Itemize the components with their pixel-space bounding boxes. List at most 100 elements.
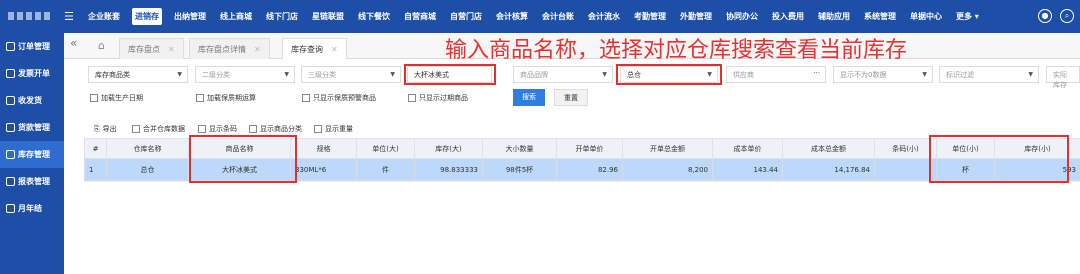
- close-icon[interactable]: ✕: [254, 45, 261, 54]
- checkbox-label: 合并仓库数据: [143, 125, 185, 133]
- checkbox-label: 加载保质期运算: [207, 94, 256, 102]
- category-select[interactable]: 库存商品类 ▼: [88, 66, 188, 83]
- checkbox-label: 只显示过期商品: [419, 94, 468, 102]
- column-header[interactable]: 规格: [290, 138, 357, 159]
- column-header[interactable]: 大小数量: [482, 138, 557, 159]
- checkbox[interactable]: [90, 94, 98, 102]
- nav-item[interactable]: 系统管理: [862, 7, 898, 26]
- actual-stock-select[interactable]: 实际库存: [1046, 66, 1080, 89]
- checkbox[interactable]: [132, 125, 140, 133]
- opt-merge-warehouse[interactable]: 合并仓库数据: [132, 124, 185, 134]
- nav-item[interactable]: 线下门店: [264, 7, 300, 26]
- select-value: 二级分类: [202, 71, 230, 79]
- nav-item[interactable]: 投入费用: [770, 7, 806, 26]
- column-header[interactable]: 条码(小): [874, 138, 937, 159]
- checkbox[interactable]: [249, 125, 257, 133]
- nav-item[interactable]: 外勤管理: [678, 7, 714, 26]
- nav-item[interactable]: 星链联盟: [310, 7, 346, 26]
- chevron-down-icon: ▼: [922, 71, 927, 78]
- sidebar-item-label: 发票开单: [18, 69, 50, 78]
- opt-show-category[interactable]: 显示商品分类: [249, 124, 302, 134]
- search-button[interactable]: 搜索: [513, 89, 545, 106]
- tag-filter-select[interactable]: 标识过滤 ▼: [939, 66, 1039, 83]
- menu-item-icon: [6, 177, 15, 186]
- sidebar-item[interactable]: 货款管理: [0, 114, 64, 141]
- brand-select[interactable]: 商品品牌 ▼: [513, 66, 613, 83]
- close-icon[interactable]: ✕: [331, 45, 338, 54]
- chevron-down-icon: ▼: [177, 71, 182, 78]
- more-icon[interactable]: ···: [813, 69, 820, 77]
- check-production-date[interactable]: 加载生产日期: [90, 93, 143, 103]
- nav-item[interactable]: 会计台账: [540, 7, 576, 26]
- sidebar-item[interactable]: 库存管理: [0, 141, 64, 168]
- user-icon[interactable]: ●: [1038, 9, 1052, 23]
- table-cell: 件: [356, 158, 415, 181]
- column-header[interactable]: 成本单价: [712, 138, 783, 159]
- highlight-product-column: [189, 135, 297, 183]
- chevron-down-icon: ▼: [1028, 71, 1033, 78]
- highlight-warehouse-select: [616, 64, 722, 85]
- sidebar-item[interactable]: 发票开单: [0, 60, 64, 87]
- check-expiry-warning[interactable]: 只显示保质预警商品: [302, 93, 376, 103]
- sidebar-item[interactable]: 月年结: [0, 195, 64, 222]
- column-header[interactable]: 成本总金额: [782, 138, 875, 159]
- menu-icon[interactable]: ☰: [64, 10, 74, 23]
- nav-item[interactable]: 企业账套: [86, 7, 122, 26]
- nav-item[interactable]: 会计核算: [494, 7, 530, 26]
- opt-show-barcode[interactable]: 显示条码: [198, 124, 237, 134]
- highlight-product-input: [404, 64, 496, 85]
- sidebar-item[interactable]: 报表管理: [0, 168, 64, 195]
- nav-item[interactable]: 考勤管理: [632, 7, 668, 26]
- reset-button[interactable]: 重置: [554, 89, 588, 106]
- column-header[interactable]: 库存(大): [414, 138, 483, 159]
- checkbox[interactable]: [408, 94, 416, 102]
- tab-stock-query[interactable]: 库存查询 ✕: [282, 38, 347, 59]
- nav-item[interactable]: 协同办公: [724, 7, 760, 26]
- subcategory2-select[interactable]: 二级分类 ▼: [195, 66, 295, 83]
- supplier-input[interactable]: 供应商 ···: [726, 66, 826, 83]
- nav-item[interactable]: 出纳管理: [172, 7, 208, 26]
- check-expired-only[interactable]: 只显示过期商品: [408, 93, 468, 103]
- home-icon[interactable]: ⌂: [98, 39, 105, 52]
- tab-label: 库存盘点详情: [198, 45, 246, 54]
- table-cell: 98件5杯: [482, 158, 557, 181]
- tab-stock-count-detail[interactable]: 库存盘点详情 ✕: [189, 38, 270, 59]
- select-value: 显示不为0数据: [840, 71, 887, 79]
- menu-item-icon: [6, 42, 15, 51]
- nav-item[interactable]: 更多: [954, 7, 981, 26]
- sidebar-item-label: 订单管理: [18, 42, 50, 51]
- opt-show-weight[interactable]: 显示重量: [314, 124, 353, 134]
- nav-item[interactable]: 辅助应用: [816, 7, 852, 26]
- nav-item[interactable]: 自营商城: [402, 7, 438, 26]
- tab-stock-count[interactable]: 库存盘点 ✕: [119, 38, 184, 59]
- sidebar-item-label: 报表管理: [18, 177, 50, 186]
- table-cell: 143.44: [712, 158, 783, 181]
- export-button[interactable]: ⎘ 导出: [94, 124, 117, 134]
- close-icon[interactable]: ✕: [168, 45, 175, 54]
- subcategory3-select[interactable]: 三级分类 ▼: [301, 66, 401, 83]
- sidebar-item[interactable]: 收发货: [0, 87, 64, 114]
- nav-item[interactable]: 线下餐饮: [356, 7, 392, 26]
- column-header[interactable]: #: [84, 138, 107, 159]
- nav-item[interactable]: 线上商城: [218, 7, 254, 26]
- search-icon[interactable]: ⌕: [1060, 9, 1074, 23]
- nav-item[interactable]: 单据中心: [908, 7, 944, 26]
- checkbox-label: 只显示保质预警商品: [313, 94, 376, 102]
- column-header[interactable]: 仓库名称: [106, 138, 189, 159]
- sidebar-item[interactable]: 订单管理: [0, 33, 64, 60]
- checkbox[interactable]: [196, 94, 204, 102]
- column-header[interactable]: 开单单价: [556, 138, 623, 159]
- checkbox[interactable]: [314, 125, 322, 133]
- column-header[interactable]: 单位(大): [356, 138, 415, 159]
- checkbox-label: 加载生产日期: [101, 94, 143, 102]
- nav-item[interactable]: 会计流水: [586, 7, 622, 26]
- column-header[interactable]: 开单总金额: [622, 138, 713, 159]
- select-value: 实际库存: [1053, 71, 1067, 89]
- show-zero-select[interactable]: 显示不为0数据 ▼: [833, 66, 933, 83]
- checkbox[interactable]: [198, 125, 206, 133]
- checkbox[interactable]: [302, 94, 310, 102]
- nav-item[interactable]: 自营门店: [448, 7, 484, 26]
- collapse-icon[interactable]: «: [70, 36, 77, 50]
- check-shelf-life[interactable]: 加载保质期运算: [196, 93, 256, 103]
- nav-item[interactable]: 进销存: [132, 8, 162, 25]
